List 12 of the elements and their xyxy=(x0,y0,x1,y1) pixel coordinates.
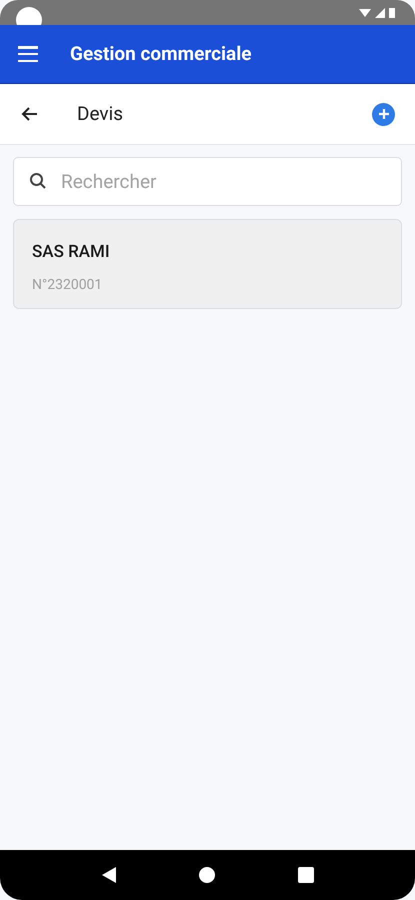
app-title: Gestion commerciale xyxy=(70,40,252,67)
menu-icon[interactable] xyxy=(18,46,38,62)
home-icon[interactable] xyxy=(198,867,214,883)
recents-icon[interactable] xyxy=(298,867,314,883)
plus-icon xyxy=(378,108,390,120)
back-icon[interactable] xyxy=(102,867,116,883)
quote-card[interactable]: SAS RAMI N°2320001 xyxy=(13,219,402,309)
client-name: SAS RAMI xyxy=(32,241,111,264)
add-button[interactable] xyxy=(372,102,395,126)
quote-number: N°2320001 xyxy=(32,276,104,294)
page-title: Devis xyxy=(77,100,124,127)
search-field[interactable]: Rechercher xyxy=(13,157,402,206)
